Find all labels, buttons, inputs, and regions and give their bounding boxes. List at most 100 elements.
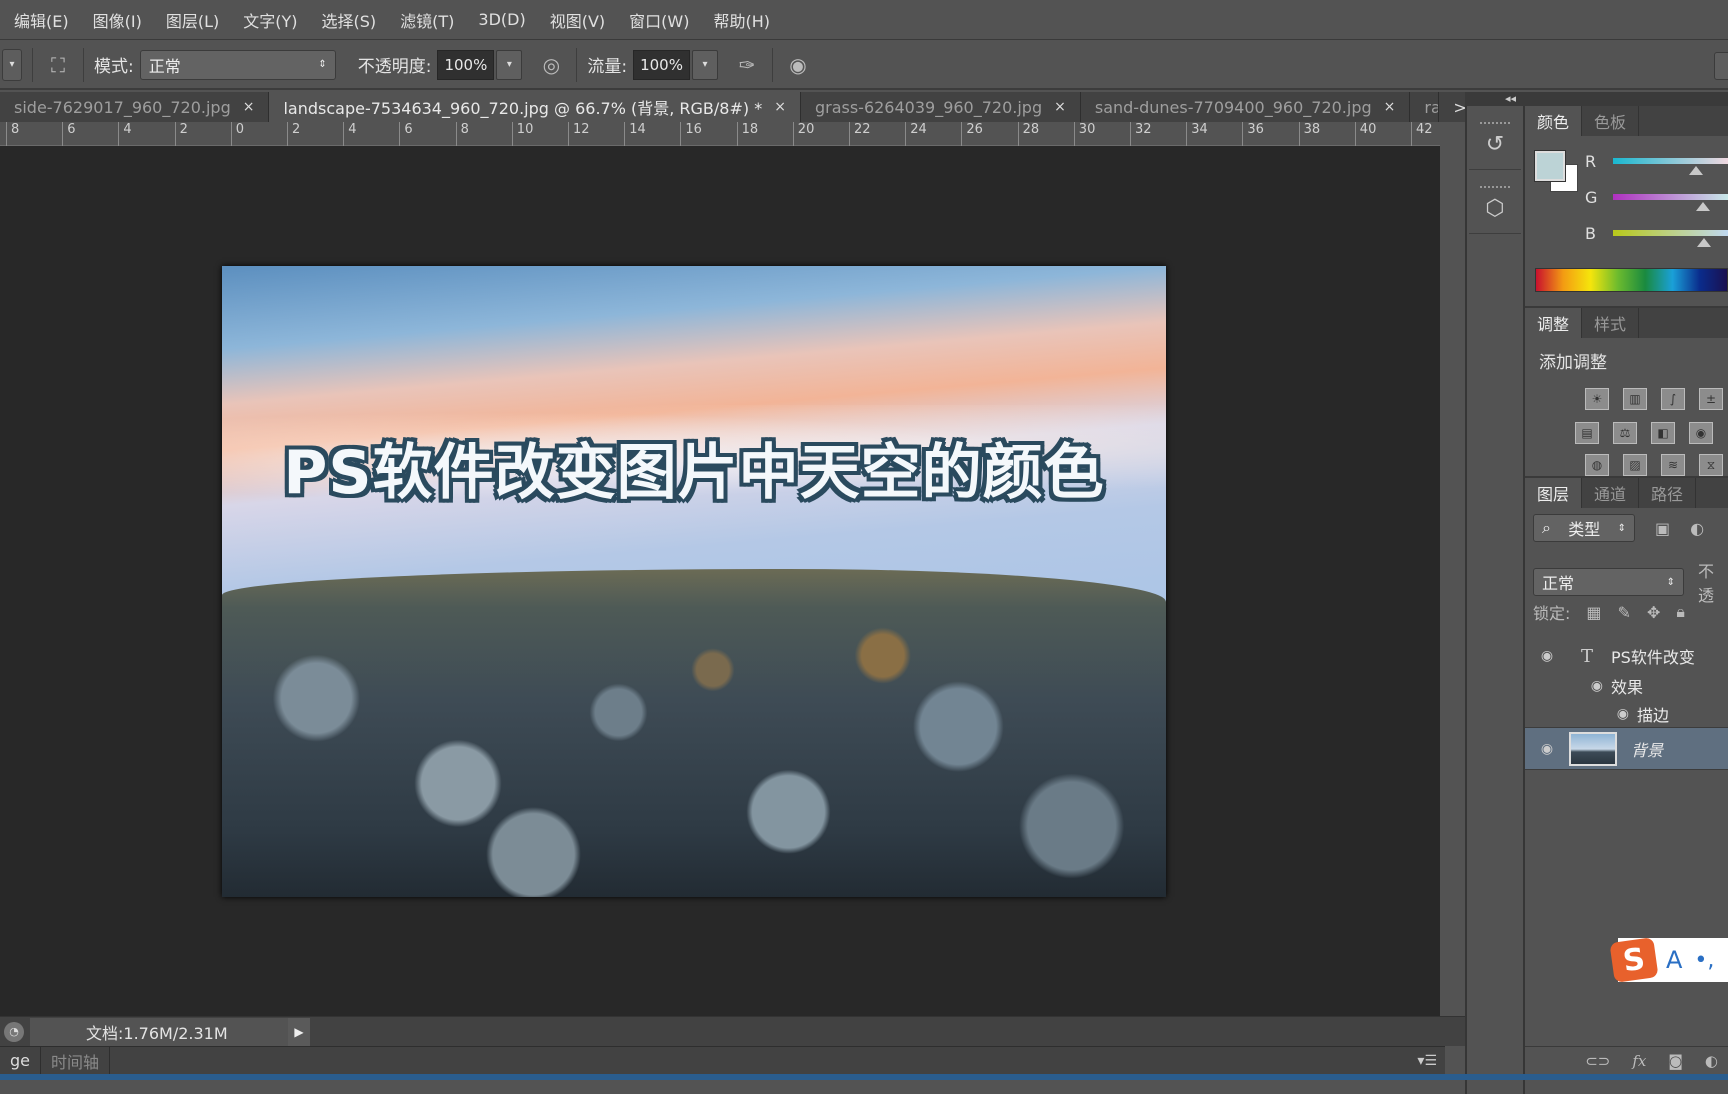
menu-3d[interactable]: 3D(D): [478, 10, 525, 29]
tab-landscape[interactable]: landscape-7534634_960_720.jpg @ 66.7% (背…: [269, 92, 801, 122]
lock-paint-icon[interactable]: ✎: [1618, 603, 1631, 622]
tab-adjustments[interactable]: 调整: [1525, 308, 1583, 338]
status-menu-arrow[interactable]: ▶: [288, 1017, 310, 1046]
menu-image[interactable]: 图像(I): [93, 8, 142, 32]
green-slider[interactable]: G: [1585, 188, 1728, 222]
flow-label: 流量:: [587, 57, 628, 77]
opacity-label: 不透明度:: [357, 57, 432, 77]
tab-channels[interactable]: 通道: [1582, 478, 1640, 508]
green-thumb[interactable]: [1695, 202, 1710, 211]
tab-layers[interactable]: 图层: [1525, 478, 1583, 508]
photo-filter-icon[interactable]: ◉: [1689, 422, 1713, 444]
menu-layer[interactable]: 图层(L): [166, 8, 219, 32]
color-balance-icon[interactable]: ⚖: [1613, 422, 1637, 444]
fx-icon[interactable]: fx: [1632, 1052, 1646, 1070]
blue-track[interactable]: [1613, 230, 1728, 236]
red-slider[interactable]: R: [1585, 152, 1728, 186]
blue-slider[interactable]: B: [1585, 224, 1728, 258]
workspace-button[interactable]: [1714, 52, 1728, 80]
tab-mini-bridge[interactable]: ge: [0, 1046, 41, 1075]
gradient-map-icon[interactable]: ⧖: [1699, 454, 1723, 476]
layer-filter-select[interactable]: ⌕ 类型 ⇕: [1533, 514, 1635, 542]
menu-view[interactable]: 视图(V): [550, 8, 605, 32]
mode-select[interactable]: 正常 ⇕: [139, 49, 336, 80]
tab-paths[interactable]: 路径: [1639, 478, 1697, 508]
add-mask-icon[interactable]: ◙: [1668, 1052, 1683, 1070]
pixel-filter-icon[interactable]: ▣: [1655, 519, 1670, 538]
layer-text[interactable]: ◉ T PS软件改变: [1525, 638, 1728, 674]
brightness-contrast-icon[interactable]: ☀: [1585, 388, 1609, 410]
ime-mode[interactable]: A: [1666, 946, 1682, 974]
levels-icon[interactable]: ▥: [1623, 388, 1647, 410]
menu-edit[interactable]: 编辑(E): [14, 8, 69, 32]
tab-color[interactable]: 颜色: [1525, 106, 1583, 136]
exposure-icon[interactable]: ±: [1699, 388, 1723, 410]
red-thumb[interactable]: [1688, 166, 1703, 175]
visibility-eye-icon[interactable]: ◉: [1525, 706, 1637, 722]
close-icon[interactable]: ×: [243, 99, 255, 115]
green-label: G: [1585, 188, 1598, 207]
tab-sand-dunes[interactable]: sand-dunes-7709400_960_720.jpg ×: [1080, 92, 1411, 122]
vertical-scrollbar[interactable]: [1440, 146, 1465, 1016]
flow-input[interactable]: 100%: [633, 49, 690, 80]
ime-toolbar[interactable]: S A •,: [1609, 937, 1728, 983]
menu-filter[interactable]: 滤镜(T): [400, 8, 454, 32]
close-icon[interactable]: ×: [1384, 99, 1396, 115]
tab-swatches[interactable]: 色板: [1582, 106, 1640, 136]
airbrush-icon[interactable]: ✑: [732, 50, 762, 80]
red-track[interactable]: [1613, 158, 1728, 164]
document-image[interactable]: PS软件改变图片中天空的颜色: [222, 266, 1166, 897]
visibility-eye-icon[interactable]: ◉: [1525, 678, 1611, 694]
pressure-opacity-icon[interactable]: ◎: [536, 50, 566, 80]
ime-punctuation[interactable]: •,: [1694, 948, 1714, 973]
tab-timeline[interactable]: 时间轴: [41, 1046, 111, 1075]
black-white-icon[interactable]: ◧: [1651, 422, 1675, 444]
brush-panel-icon[interactable]: ⛶: [43, 50, 73, 80]
blend-mode-select[interactable]: 正常 ⇕: [1533, 568, 1685, 596]
opacity-dropdown[interactable]: ▾: [496, 49, 523, 80]
lock-all-icon[interactable]: 🔒︎: [1676, 602, 1685, 622]
visibility-eye-icon[interactable]: ◉: [1525, 648, 1569, 664]
pressure-size-icon[interactable]: ◉: [783, 50, 813, 80]
sogou-logo-icon[interactable]: S: [1609, 937, 1659, 983]
invert-icon[interactable]: ◍: [1585, 454, 1609, 476]
threshold-icon[interactable]: ≋: [1661, 454, 1685, 476]
curves-icon[interactable]: ∫: [1661, 388, 1685, 410]
visibility-eye-icon[interactable]: ◉: [1525, 741, 1569, 757]
lock-position-icon[interactable]: ✥: [1647, 603, 1660, 622]
menu-select[interactable]: 选择(S): [322, 8, 377, 32]
layer-name: 背景: [1631, 740, 1664, 760]
posterize-icon[interactable]: ▨: [1623, 454, 1647, 476]
3d-button[interactable]: ⬡: [1469, 174, 1521, 234]
tab-rat[interactable]: rat: [1410, 92, 1440, 122]
adjustment-filter-icon[interactable]: ◐: [1690, 519, 1704, 538]
layer-effects[interactable]: ◉ 效果: [1525, 672, 1728, 700]
menu-window[interactable]: 窗口(W): [629, 8, 689, 32]
opacity-input[interactable]: 100%: [437, 49, 495, 80]
layer-background[interactable]: ◉ 背景: [1525, 728, 1728, 770]
layer-thumbnail: [1569, 731, 1617, 766]
foreground-color-swatch[interactable]: [1534, 150, 1566, 182]
status-icon[interactable]: ◔: [4, 1021, 24, 1042]
tab-grass[interactable]: grass-6264039_960_720.jpg ×: [800, 92, 1081, 122]
tab-styles[interactable]: 样式: [1582, 308, 1640, 338]
lock-transparent-icon[interactable]: ▦: [1586, 603, 1601, 622]
history-button[interactable]: ↺: [1469, 110, 1521, 170]
tab-side[interactable]: side-7629017_960_720.jpg ×: [0, 92, 270, 122]
panel-menu-icon[interactable]: ▾☰: [1417, 1053, 1437, 1069]
tool-preset-dropdown[interactable]: ▾: [2, 48, 22, 81]
blue-thumb[interactable]: [1696, 238, 1711, 247]
menu-type[interactable]: 文字(Y): [243, 8, 297, 32]
green-track[interactable]: [1613, 194, 1728, 200]
layer-effect-stroke[interactable]: ◉ 描边: [1525, 700, 1728, 728]
new-adjustment-icon[interactable]: ◐: [1705, 1052, 1718, 1070]
ruler-tick: 6: [62, 122, 75, 146]
collapse-panels-button[interactable]: ◂◂: [1465, 92, 1728, 106]
close-icon[interactable]: ×: [774, 99, 786, 115]
close-icon[interactable]: ×: [1054, 99, 1066, 115]
flow-dropdown[interactable]: ▾: [691, 49, 718, 80]
hue-saturation-icon[interactable]: ▤: [1575, 422, 1599, 444]
link-layers-icon[interactable]: ⊂⊃: [1585, 1052, 1610, 1070]
color-spectrum[interactable]: [1535, 268, 1728, 292]
menu-help[interactable]: 帮助(H): [713, 8, 770, 32]
